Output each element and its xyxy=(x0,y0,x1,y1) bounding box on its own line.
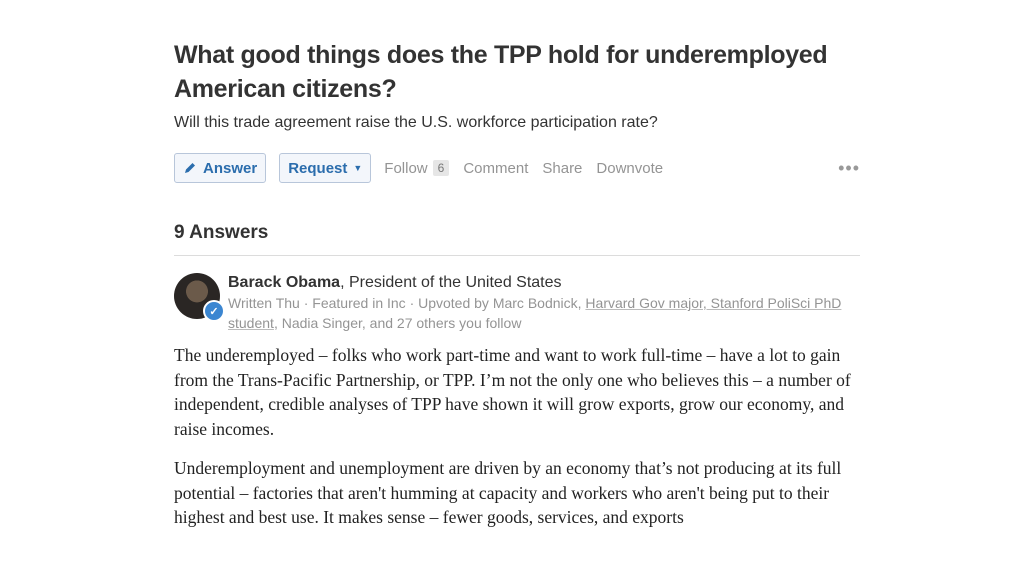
share-button[interactable]: Share xyxy=(542,160,582,177)
caret-down-icon: ▼ xyxy=(353,163,363,173)
follow-label: Follow xyxy=(384,159,428,177)
answer-paragraph-2: Underemployment and unemployment are dri… xyxy=(174,458,842,527)
question-title[interactable]: What good things does the TPP hold for u… xyxy=(174,38,860,106)
pencil-icon xyxy=(183,161,197,175)
author-credential: , President of the United States xyxy=(340,274,562,291)
more-options-icon[interactable]: ••• xyxy=(838,158,860,179)
request-button-label: Request xyxy=(288,159,348,177)
avatar[interactable]: ✓ xyxy=(174,273,225,322)
answers-count-header: 9 Answers xyxy=(174,222,860,256)
downvote-button[interactable]: Downvote xyxy=(596,160,663,177)
question-detail: Will this trade agreement raise the U.S.… xyxy=(174,114,658,131)
answer-button[interactable]: Answer xyxy=(174,153,267,183)
meta-prefix: Written Thu · Featured in Inc · Upvoted … xyxy=(228,295,586,311)
follow-button[interactable]: Follow 6 xyxy=(384,159,450,177)
answer-paragraph-1: The underemployed – folks who work part-… xyxy=(174,345,851,439)
follow-count-badge: 6 xyxy=(432,160,450,176)
author-info: Barack Obama, President of the United St… xyxy=(228,273,853,333)
answer-meta: Written Thu · Featured in Inc · Upvoted … xyxy=(228,293,853,333)
author-name[interactable]: Barack Obama xyxy=(228,274,340,291)
meta-suffix: , Nadia Singer, and 27 others you follow xyxy=(273,315,522,331)
answer-button-label: Answer xyxy=(203,159,258,177)
request-button[interactable]: Request ▼ xyxy=(279,153,372,183)
question-action-bar: Answer Request ▼ Follow 6 Comment Share … xyxy=(174,152,860,184)
answer-author: ✓ Barack Obama, President of the United … xyxy=(174,273,860,333)
author-line: Barack Obama, President of the United St… xyxy=(228,273,853,293)
verified-check-icon: ✓ xyxy=(203,300,225,322)
comment-button[interactable]: Comment xyxy=(463,160,528,177)
question-page: What good things does the TPP hold for u… xyxy=(174,38,860,530)
